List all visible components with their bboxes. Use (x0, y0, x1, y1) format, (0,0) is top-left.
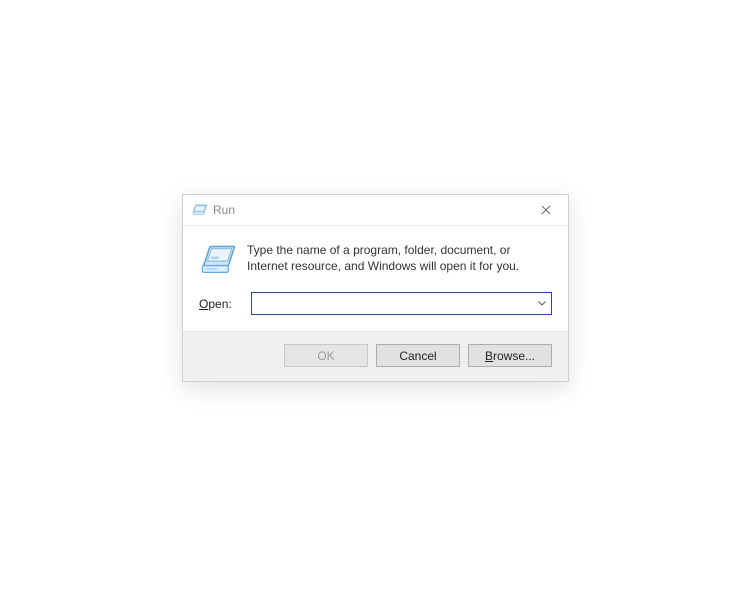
titlebar: Run (183, 195, 568, 226)
browse-button[interactable]: Browse... (468, 344, 552, 367)
open-combobox[interactable] (251, 292, 552, 315)
run-icon-small (191, 202, 207, 218)
run-dialog: Run Type the name of a program, folder, (182, 194, 569, 382)
cancel-button[interactable]: Cancel (376, 344, 460, 367)
close-button[interactable] (526, 195, 566, 225)
dialog-footer: OK Cancel Browse... (183, 331, 568, 381)
open-label: Open: (199, 297, 241, 311)
window-title: Run (213, 203, 526, 217)
description-text: Type the name of a program, folder, docu… (247, 240, 552, 274)
close-icon (541, 205, 551, 215)
info-row: Type the name of a program, folder, docu… (199, 240, 552, 278)
run-icon-large (199, 242, 235, 278)
ok-button[interactable]: OK (284, 344, 368, 367)
chevron-down-icon[interactable] (533, 293, 551, 314)
open-row: Open: (199, 292, 552, 315)
open-input[interactable] (252, 293, 533, 314)
dialog-content: Type the name of a program, folder, docu… (183, 226, 568, 331)
